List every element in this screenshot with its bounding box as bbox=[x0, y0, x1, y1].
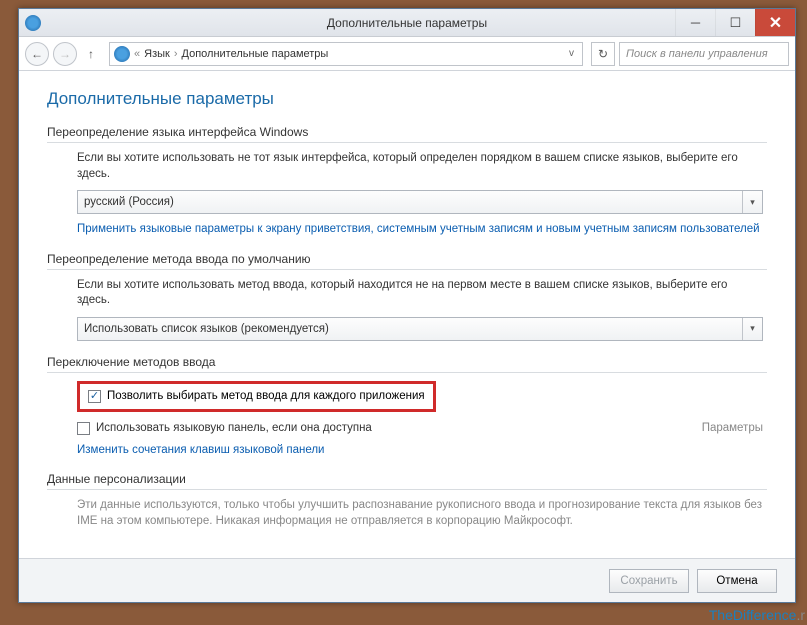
search-input[interactable]: Поиск в панели управления bbox=[619, 42, 789, 66]
titlebar: Дополнительные параметры ─ ☐ ✕ bbox=[19, 9, 795, 37]
page-title: Дополнительные параметры bbox=[47, 89, 767, 109]
section-header: Переопределение метода ввода по умолчани… bbox=[47, 252, 767, 270]
input-method-dropdown[interactable]: Использовать список языков (рекомендуетс… bbox=[77, 317, 763, 341]
section-input-method: Переопределение метода ввода по умолчани… bbox=[47, 252, 767, 341]
bottom-bar: Сохранить Отмена bbox=[19, 558, 795, 602]
parameters-link[interactable]: Параметры bbox=[702, 422, 763, 434]
minimize-button[interactable]: ─ bbox=[675, 9, 715, 36]
section-header: Переключение методов ввода bbox=[47, 355, 767, 373]
dropdown-value: русский (Россия) bbox=[84, 196, 174, 208]
highlighted-option: ✓ Позволить выбирать метод ввода для каж… bbox=[77, 381, 436, 412]
chevron-down-icon: ▾ bbox=[742, 191, 762, 213]
forward-button[interactable]: → bbox=[53, 42, 77, 66]
breadcrumb[interactable]: « Язык › Дополнительные параметры v bbox=[109, 42, 583, 66]
app-icon bbox=[25, 15, 41, 31]
per-app-input-checkbox[interactable]: ✓ bbox=[88, 390, 101, 403]
section-input-switching: Переключение методов ввода ✓ Позволить в… bbox=[47, 355, 767, 459]
watermark: TheDifference.r bbox=[709, 607, 805, 623]
breadcrumb-dropdown-icon[interactable]: v bbox=[565, 48, 578, 59]
language-bar-checkbox[interactable] bbox=[77, 422, 90, 435]
dropdown-value: Использовать список языков (рекомендуетс… bbox=[84, 323, 329, 335]
section-personalization: Данные персонализации Эти данные использ… bbox=[47, 472, 767, 529]
refresh-button[interactable]: ↻ bbox=[591, 42, 615, 66]
section-instruction: Если вы хотите использовать не тот язык … bbox=[77, 151, 763, 182]
content-area: Дополнительные параметры Переопределение… bbox=[19, 71, 795, 558]
checkbox-label: Использовать языковую панель, если она д… bbox=[96, 422, 372, 434]
search-placeholder: Поиск в панели управления bbox=[626, 48, 768, 60]
chevron-down-icon: ▾ bbox=[742, 318, 762, 340]
cancel-button[interactable]: Отмена bbox=[697, 569, 777, 593]
section-header: Данные персонализации bbox=[47, 472, 767, 490]
chevron-right-icon: › bbox=[174, 48, 178, 60]
apply-language-link[interactable]: Применить языковые параметры к экрану пр… bbox=[77, 222, 763, 238]
window-title: Дополнительные параметры bbox=[327, 16, 487, 30]
back-button[interactable]: ← bbox=[25, 42, 49, 66]
navbar: ← → ↑ « Язык › Дополнительные параметры … bbox=[19, 37, 795, 71]
breadcrumb-item-advanced[interactable]: Дополнительные параметры bbox=[182, 48, 329, 60]
section-instruction: Эти данные используются, только чтобы ул… bbox=[77, 498, 763, 529]
settings-window: Дополнительные параметры ─ ☐ ✕ ← → ↑ « Я… bbox=[18, 8, 796, 603]
breadcrumb-prefix: « bbox=[134, 48, 140, 60]
section-instruction: Если вы хотите использовать метод ввода,… bbox=[77, 278, 763, 309]
window-controls: ─ ☐ ✕ bbox=[675, 9, 795, 36]
save-button[interactable]: Сохранить bbox=[609, 569, 689, 593]
section-display-language: Переопределение языка интерфейса Windows… bbox=[47, 125, 767, 238]
change-hotkeys-link[interactable]: Изменить сочетания клавиш языковой панел… bbox=[77, 443, 763, 459]
close-button[interactable]: ✕ bbox=[755, 9, 795, 36]
maximize-button[interactable]: ☐ bbox=[715, 9, 755, 36]
section-header: Переопределение языка интерфейса Windows bbox=[47, 125, 767, 143]
breadcrumb-item-language[interactable]: Язык bbox=[144, 48, 170, 60]
display-language-dropdown[interactable]: русский (Россия) ▾ bbox=[77, 190, 763, 214]
checkbox-label: Позволить выбирать метод ввода для каждо… bbox=[107, 390, 425, 402]
up-button[interactable]: ↑ bbox=[81, 44, 101, 64]
globe-icon bbox=[114, 46, 130, 62]
